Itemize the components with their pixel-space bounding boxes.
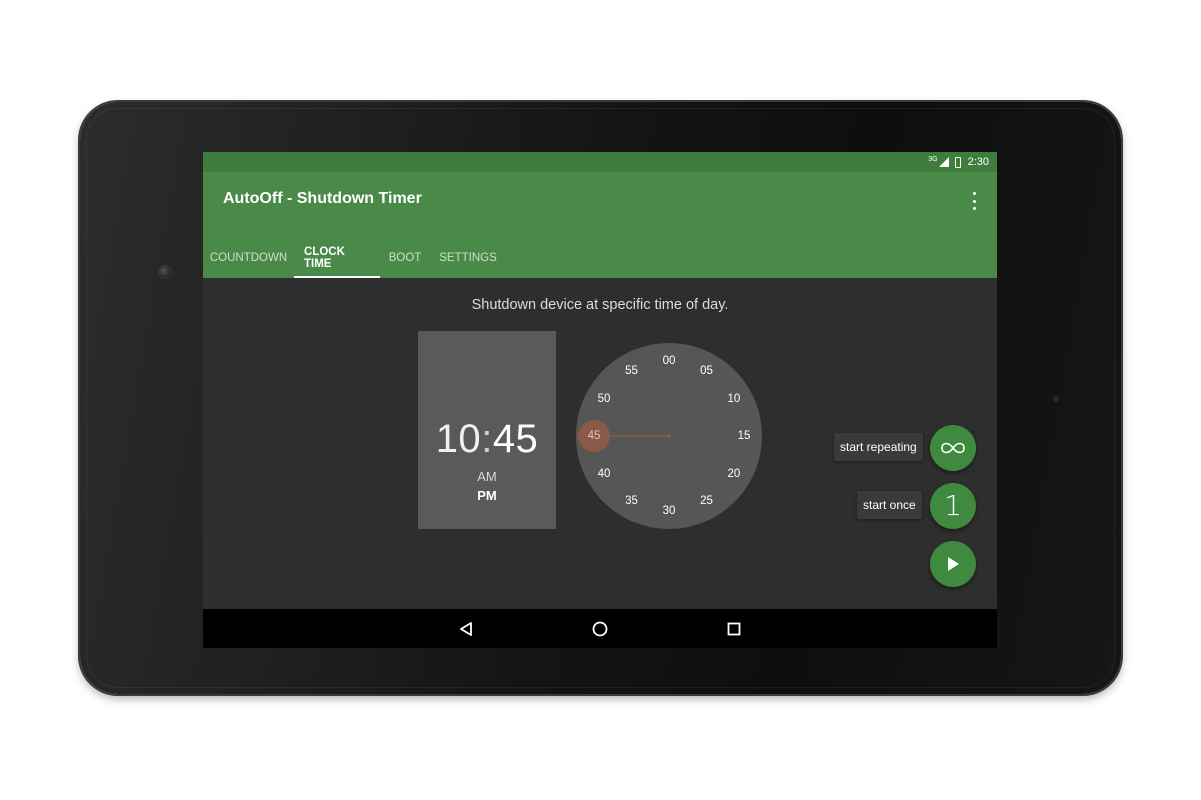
clock-label-05[interactable]: 05 (696, 364, 718, 378)
tab-bar: COUNTDOWN CLOCK TIME BOOT SETTINGS (203, 238, 506, 278)
time-separator: : (481, 417, 493, 461)
start-once-button[interactable]: 1 (930, 483, 976, 529)
sensor (1053, 396, 1059, 402)
app-bar: AutoOff - Shutdown Timer COUNTDOWN CLOCK… (203, 172, 997, 278)
app-title: AutoOff - Shutdown Timer (223, 190, 422, 207)
start-once-label[interactable]: start once (857, 491, 922, 519)
infinity-icon (941, 442, 965, 454)
recents-icon (727, 622, 741, 635)
clock-label-20[interactable]: 20 (723, 467, 745, 481)
tab-boot[interactable]: BOOT (380, 238, 430, 278)
more-vert-icon[interactable] (969, 192, 979, 210)
minute-clock-face[interactable]: 00 05 10 15 20 25 30 35 40 45 50 55 (576, 343, 762, 529)
home-icon (592, 621, 608, 636)
clock-label-00[interactable]: 00 (658, 354, 680, 368)
network-type: 3G (928, 155, 938, 163)
clock-label-30[interactable]: 30 (658, 504, 680, 518)
pm-toggle[interactable]: PM (418, 488, 556, 503)
start-button[interactable] (930, 541, 976, 587)
clock-label-45[interactable]: 45 (583, 429, 605, 443)
tab-clock-time[interactable]: CLOCK TIME (294, 238, 380, 278)
clock-label-25[interactable]: 25 (696, 494, 718, 508)
tab-countdown[interactable]: COUNTDOWN (203, 238, 294, 278)
am-toggle[interactable]: AM (418, 469, 556, 484)
clock-center-dot (667, 434, 671, 438)
clock-label-10[interactable]: 10 (723, 392, 745, 406)
recents-button[interactable] (714, 609, 754, 648)
hour-value[interactable]: 10 (436, 417, 482, 461)
clock-label-35[interactable]: 35 (621, 494, 643, 508)
signal-icon (938, 157, 949, 167)
back-icon (460, 621, 472, 636)
back-button[interactable] (446, 609, 486, 648)
minute-value[interactable]: 45 (493, 417, 539, 461)
page-subtitle: Shutdown device at specific time of day. (471, 297, 729, 313)
front-camera (158, 265, 172, 279)
home-button[interactable] (580, 609, 620, 648)
clock-label-15[interactable]: 15 (733, 429, 755, 443)
start-repeating-label[interactable]: start repeating (834, 433, 923, 461)
time-display: 10:45 (418, 417, 556, 462)
navigation-bar (203, 609, 997, 648)
clock-label-50[interactable]: 50 (593, 392, 615, 406)
once-icon: 1 (944, 489, 962, 522)
status-time: 2:30 (967, 156, 989, 168)
time-panel: 10:45 AM PM (418, 331, 556, 529)
clock-label-40[interactable]: 40 (593, 467, 615, 481)
tab-settings[interactable]: SETTINGS (430, 238, 506, 278)
play-icon (948, 557, 959, 571)
battery-icon (954, 156, 961, 168)
start-repeating-button[interactable] (930, 425, 976, 471)
screen: 3G 2:30 AutoOff - Shutdown Timer COUNTDO… (203, 152, 997, 648)
clock-label-55[interactable]: 55 (621, 364, 643, 378)
status-bar: 3G 2:30 (203, 152, 997, 172)
